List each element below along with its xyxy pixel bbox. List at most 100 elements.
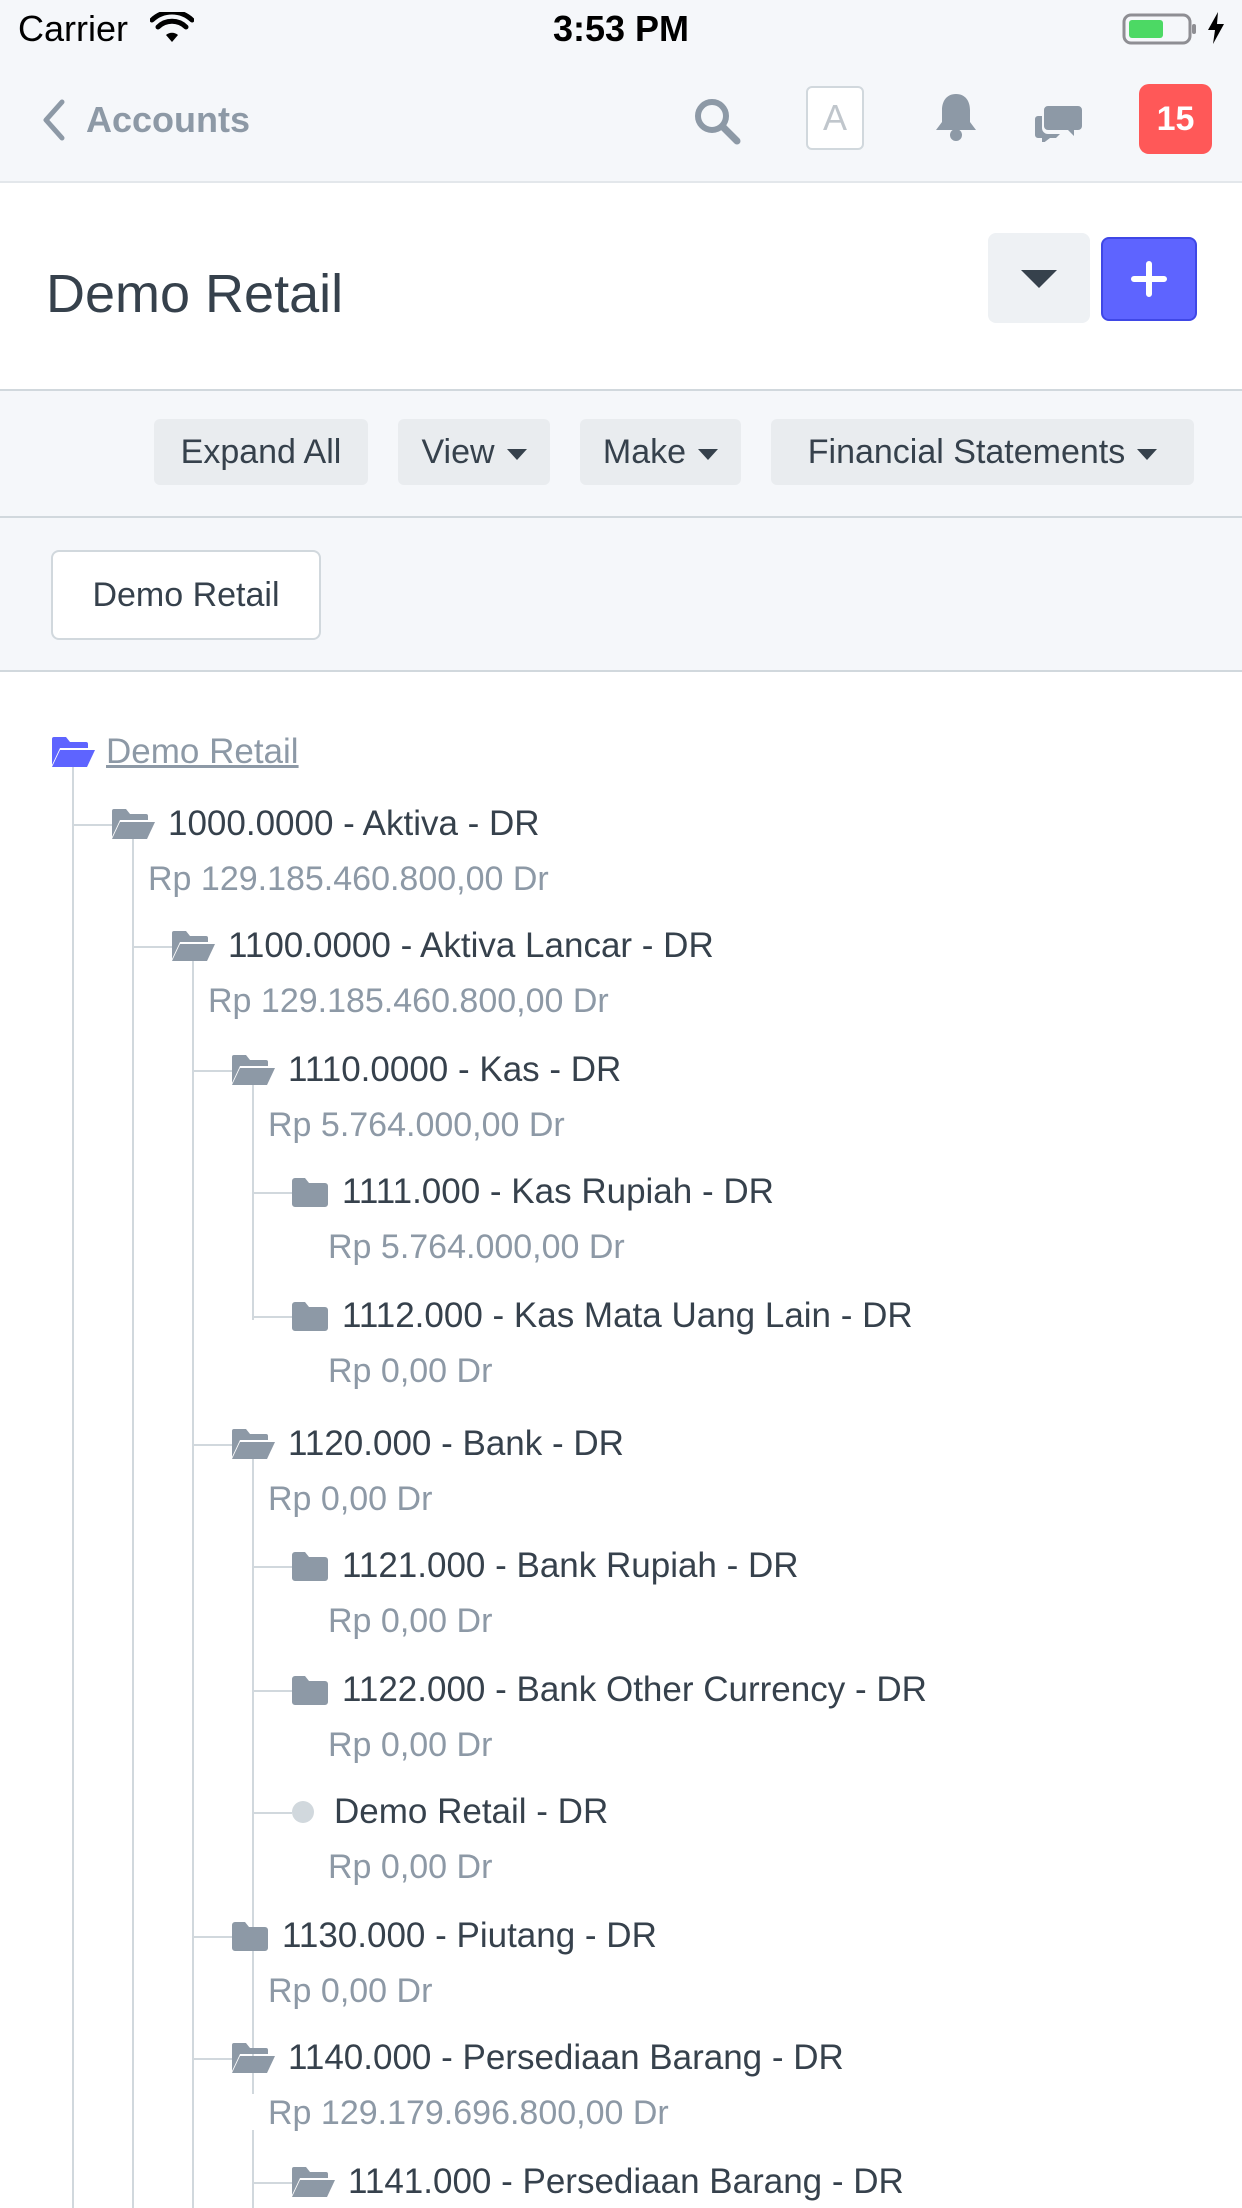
leaf-dot-icon [292, 1801, 314, 1823]
tree-node-label: 1110.0000 - Kas - DR [288, 1050, 622, 1089]
tree-node-balance: Rp 129.185.460.800,00 Dr [148, 860, 549, 898]
top-navbar: Carrier 3:53 PM Accounts A 15 [0, 0, 1242, 183]
folder-open-icon [112, 809, 155, 839]
financial-statements-dropdown-button[interactable]: Financial Statements [771, 419, 1194, 485]
view-dropdown-button[interactable]: View [398, 419, 550, 485]
tree-connector [72, 766, 74, 2208]
menu-dropdown-button[interactable] [988, 233, 1090, 323]
avatar[interactable]: A [806, 86, 864, 150]
tree-node[interactable]: 1121.000 - Bank Rupiah - DR [290, 1540, 799, 1592]
charging-icon [1206, 12, 1226, 49]
filter-area: Demo Retail [0, 518, 1242, 672]
tree-node-label: 1000.0000 - Aktiva - DR [168, 804, 540, 843]
tree-node[interactable]: 1140.000 - Persediaan Barang - DR [230, 2032, 844, 2084]
tree-connector [252, 1316, 292, 1318]
search-icon[interactable] [692, 96, 742, 151]
tree-connector [132, 946, 172, 948]
tree-node[interactable]: 1100.0000 - Aktiva Lancar - DR [170, 920, 714, 972]
wifi-icon [149, 9, 195, 49]
account-tree: Demo Retail 1000.0000 - Aktiva - DR Rp 1… [0, 672, 1242, 2208]
tree-root-label: Demo Retail [106, 732, 299, 771]
folder-open-icon [232, 1429, 275, 1459]
tree-node-label: 1140.000 - Persediaan Barang - DR [288, 2038, 844, 2077]
tree-connector [192, 958, 194, 2208]
tree-node-label: 1121.000 - Bank Rupiah - DR [342, 1546, 799, 1585]
chevron-left-icon [43, 99, 65, 141]
notification-count-badge[interactable]: 15 [1139, 84, 1212, 154]
company-filter-button[interactable]: Demo Retail [51, 550, 321, 640]
tree-connector [72, 824, 112, 826]
financial-statements-label: Financial Statements [807, 432, 1126, 471]
make-dropdown-button[interactable]: Make [580, 419, 741, 485]
caret-down-icon [506, 448, 527, 460]
tree-connector [252, 1456, 254, 2094]
tree-connector [192, 2058, 232, 2060]
plus-icon [1131, 261, 1167, 297]
tree-node-balance: Rp 0,00 Dr [328, 1848, 493, 1886]
folder-icon [292, 1552, 328, 1581]
tree-connector [192, 1936, 232, 1938]
back-button[interactable]: Accounts [40, 94, 280, 146]
chat-icon[interactable] [1034, 100, 1084, 147]
tree-node[interactable]: 1120.000 - Bank - DR [230, 1418, 624, 1470]
folder-icon [292, 1676, 328, 1705]
tree-node-balance: Rp 0,00 Dr [328, 1352, 493, 1390]
tree-node-balance: Rp 0,00 Dr [268, 1972, 433, 2010]
folder-open-icon [292, 2167, 335, 2197]
carrier-label: Carrier [18, 8, 129, 49]
caret-down-icon [698, 448, 719, 460]
folder-open-icon [232, 2043, 275, 2073]
tree-node-balance: Rp 5.764.000,00 Dr [268, 1106, 565, 1144]
tree-node[interactable]: 1111.000 - Kas Rupiah - DR [290, 1166, 774, 1218]
tree-node-label: Demo Retail - DR [334, 1792, 609, 1831]
tree-toolbar: Expand All View Make Financial Statement… [0, 391, 1242, 518]
bell-icon[interactable] [932, 90, 980, 147]
add-button[interactable] [1101, 237, 1197, 321]
tree-node-label: 1112.000 - Kas Mata Uang Lain - DR [342, 1296, 913, 1335]
battery-icon [1122, 12, 1198, 51]
tree-connector [192, 1070, 232, 1072]
tree-node-label: 1111.000 - Kas Rupiah - DR [342, 1172, 774, 1211]
tree-node-label: 1122.000 - Bank Other Currency - DR [342, 1670, 927, 1709]
folder-icon [232, 1922, 268, 1951]
page-header: Demo Retail [0, 183, 1242, 391]
folder-open-icon [52, 737, 95, 767]
tree-connector [252, 2130, 254, 2208]
caret-down-icon [1021, 270, 1057, 288]
folder-open-icon [232, 1055, 275, 1085]
folder-icon [292, 1178, 328, 1207]
tree-node-balance: Rp 129.179.696.800,00 Dr [268, 2094, 669, 2132]
tree-node[interactable]: 1000.0000 - Aktiva - DR [110, 798, 540, 850]
tree-node-balance: Rp 129.185.460.800,00 Dr [208, 982, 609, 1020]
tree-node-balance: Rp 0,00 Dr [328, 1602, 493, 1640]
tree-node[interactable]: 1130.000 - Piutang - DR [230, 1910, 657, 1962]
caret-down-icon [1137, 448, 1158, 460]
tree-connector [252, 1566, 292, 1568]
tree-connector [192, 1444, 232, 1446]
expand-all-label: Expand All [180, 432, 342, 471]
tree-node-balance: Rp 0,00 Dr [268, 1480, 433, 1518]
page-title: Demo Retail [46, 264, 344, 324]
tree-node-label: 1130.000 - Piutang - DR [282, 1916, 657, 1955]
tree-node[interactable]: Demo Retail - DR [292, 1786, 608, 1838]
tree-connector [132, 836, 134, 2208]
tree-connector [252, 1082, 254, 1320]
tree-node[interactable]: 1110.0000 - Kas - DR [230, 1044, 621, 1096]
view-label: View [421, 432, 495, 471]
tree-node[interactable]: 1141.000 - Persediaan Barang - DR [290, 2156, 904, 2208]
tree-node[interactable]: 1112.000 - Kas Mata Uang Lain - DR [290, 1290, 913, 1342]
tree-root[interactable]: Demo Retail [50, 726, 299, 778]
tree-node-label: 1120.000 - Bank - DR [288, 1424, 624, 1463]
tree-connector [252, 1690, 292, 1692]
tree-connector [252, 1192, 292, 1194]
back-label: Accounts [86, 99, 251, 140]
expand-all-button[interactable]: Expand All [154, 419, 368, 485]
tree-node-balance: Rp 5.764.000,00 Dr [328, 1228, 625, 1266]
folder-icon [292, 1302, 328, 1331]
make-label: Make [602, 432, 687, 471]
tree-node-balance: Rp 0,00 Dr [328, 1726, 493, 1764]
tree-connector [252, 2182, 292, 2184]
tree-connector [252, 1812, 292, 1814]
tree-node-label: 1100.0000 - Aktiva Lancar - DR [228, 926, 714, 965]
tree-node[interactable]: 1122.000 - Bank Other Currency - DR [290, 1664, 927, 1716]
